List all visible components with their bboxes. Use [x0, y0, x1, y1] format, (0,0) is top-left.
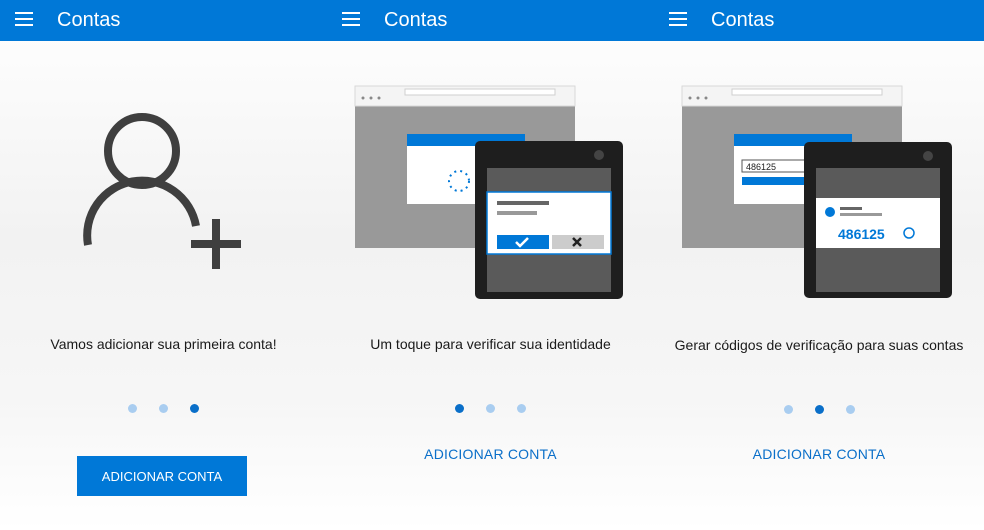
verification-code-illustration: 486125 486125 [681, 85, 952, 298]
app-title: Contas [57, 9, 121, 31]
code-input-text: 486125 [746, 162, 776, 172]
person-add-icon [83, 113, 241, 269]
app-title: Contas [384, 9, 448, 31]
onboarding-panel-2: Contas Um toque para verificar sua ident… [327, 0, 654, 530]
page-dot-3-active[interactable] [190, 404, 199, 413]
page-dot-1-active[interactable] [455, 404, 464, 413]
add-account-button[interactable]: ADICIONAR CONTA [654, 446, 984, 462]
app-title: Contas [711, 9, 775, 31]
onboarding-caption: Um toque para verificar sua identidade [370, 336, 611, 352]
page-dot-1[interactable] [783, 405, 793, 414]
phone-code-text: 486125 [838, 226, 885, 242]
page-dot-2[interactable] [159, 404, 168, 413]
onboarding-caption: Gerar códigos de verificação para suas c… [674, 337, 964, 353]
hamburger-icon[interactable] [342, 12, 360, 26]
onboarding-panel-3: Contas 486125 486125 Gerar códigos de ve… [654, 0, 984, 530]
page-indicator [0, 400, 327, 418]
page-dot-2-active[interactable] [814, 405, 824, 414]
page-dot-3[interactable] [845, 405, 855, 414]
add-account-button[interactable]: ADICIONAR CONTA [77, 456, 247, 496]
hamburger-icon[interactable] [15, 12, 33, 26]
app-bar: Contas [654, 0, 984, 41]
app-bar: Contas [0, 0, 327, 41]
app-bar: Contas [327, 0, 654, 41]
page-indicator [327, 400, 654, 418]
page-dot-2[interactable] [486, 404, 495, 413]
onboarding-panel-1: Contas Vamos adicionar sua primeira cont… [0, 0, 327, 530]
page-indicator [654, 401, 984, 419]
page-dot-3[interactable] [517, 404, 526, 413]
onboarding-caption: Vamos adicionar sua primeira conta! [50, 336, 277, 352]
push-approval-illustration [354, 85, 623, 299]
hamburger-icon[interactable] [669, 12, 687, 26]
add-account-button[interactable]: ADICIONAR CONTA [327, 446, 654, 462]
page-dot-1[interactable] [128, 404, 137, 413]
